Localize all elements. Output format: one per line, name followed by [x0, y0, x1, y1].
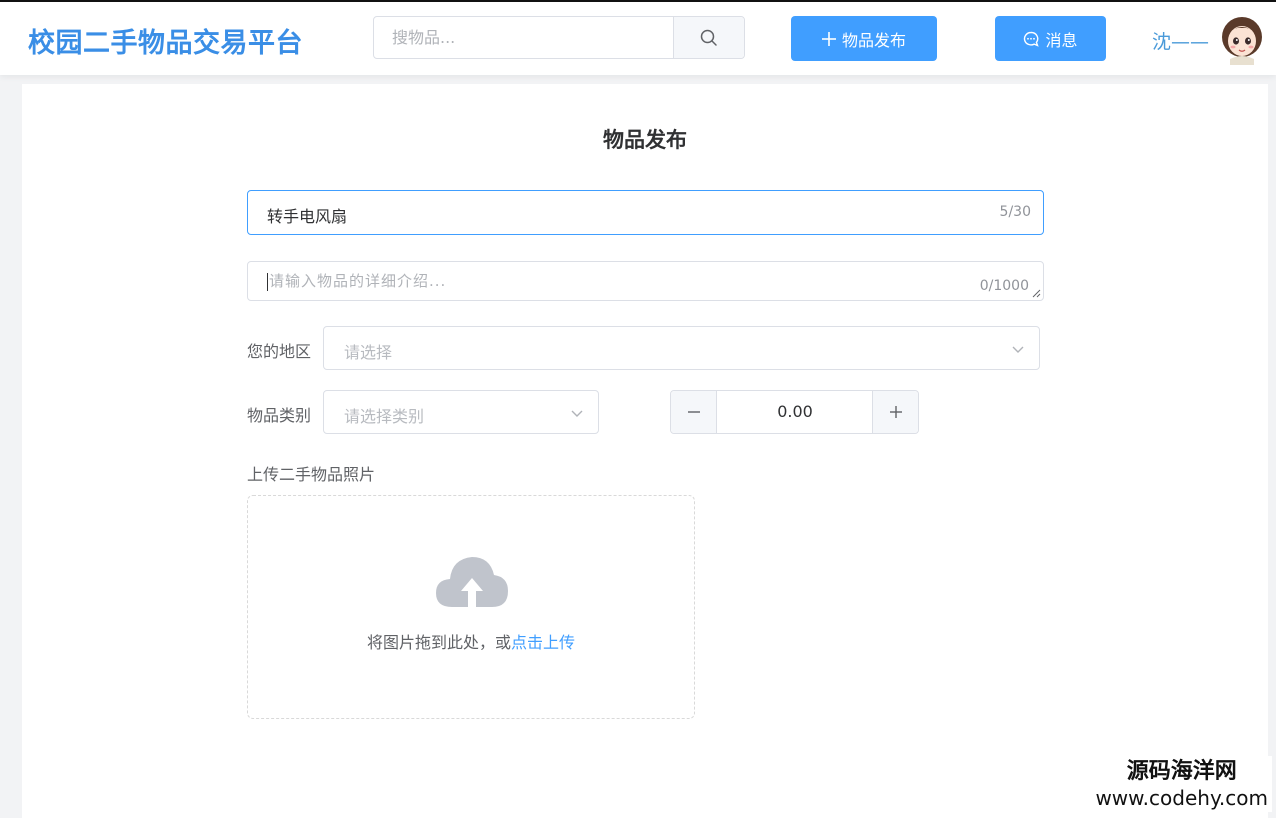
- price-stepper: 0.00: [670, 390, 919, 434]
- category-placeholder: 请选择类别: [344, 407, 425, 426]
- chevron-down-icon: [571, 410, 583, 417]
- category-select[interactable]: 请选择类别: [323, 390, 599, 434]
- text-caret: [267, 273, 268, 291]
- title-char-counter: 5/30: [999, 204, 1031, 220]
- description-placeholder: 请输入物品的详细介绍...: [269, 272, 447, 290]
- increase-price-button[interactable]: [872, 391, 918, 433]
- messages-button[interactable]: 消息: [995, 16, 1106, 61]
- search-box: [373, 16, 745, 59]
- username[interactable]: 沈——: [1152, 27, 1209, 54]
- upload-hint: 将图片拖到此处，或点击上传: [248, 629, 694, 653]
- decrease-price-button[interactable]: [671, 391, 717, 433]
- price-input[interactable]: 0.00: [717, 391, 873, 433]
- item-description-textarea[interactable]: 请输入物品的详细介绍... 0/1000: [247, 261, 1044, 301]
- publish-button-label: 物品发布: [841, 30, 906, 50]
- chevron-down-icon: [1012, 346, 1024, 353]
- upload-label: 上传二手物品照片: [247, 465, 376, 484]
- avatar[interactable]: [1218, 15, 1266, 65]
- search-button[interactable]: [673, 17, 744, 58]
- description-char-counter: 0/1000: [979, 278, 1029, 294]
- top-header: 校园二手物品交易平台 物品发布 消息: [0, 0, 1276, 75]
- minus-icon: [687, 411, 700, 413]
- chat-icon: [1023, 31, 1040, 47]
- upload-hint-text: 将图片拖到此处，或: [366, 633, 511, 652]
- category-label: 物品类别: [247, 406, 312, 425]
- messages-button-label: 消息: [1045, 30, 1078, 50]
- search-input[interactable]: [374, 17, 674, 58]
- publish-item-button[interactable]: 物品发布: [791, 16, 937, 61]
- item-title-value: 转手电风扇: [267, 207, 348, 226]
- photo-upload-dropzone[interactable]: 将图片拖到此处，或点击上传: [247, 495, 695, 719]
- cloud-upload-icon: [436, 557, 508, 607]
- watermark-title: 源码海洋网: [1126, 759, 1237, 784]
- item-title-input[interactable]: 转手电风扇 5/30: [247, 190, 1044, 235]
- watermark: 源码海洋网 www.codehy.com: [1091, 756, 1272, 812]
- search-icon: [700, 29, 717, 46]
- region-placeholder: 请选择: [344, 343, 393, 362]
- click-upload-link[interactable]: 点击上传: [511, 633, 575, 652]
- resize-handle-icon[interactable]: [1032, 289, 1041, 298]
- page-title: 物品发布: [603, 128, 687, 152]
- plus-icon: [821, 31, 836, 46]
- plus-icon: [889, 406, 902, 418]
- publish-form-card: 物品发布 转手电风扇 5/30 请输入物品的详细介绍... 0/1000 您的地…: [22, 84, 1268, 818]
- region-label: 您的地区: [247, 342, 312, 361]
- region-select[interactable]: 请选择: [323, 326, 1040, 370]
- watermark-url: www.codehy.com: [1095, 786, 1268, 810]
- site-logo[interactable]: 校园二手物品交易平台: [28, 21, 303, 60]
